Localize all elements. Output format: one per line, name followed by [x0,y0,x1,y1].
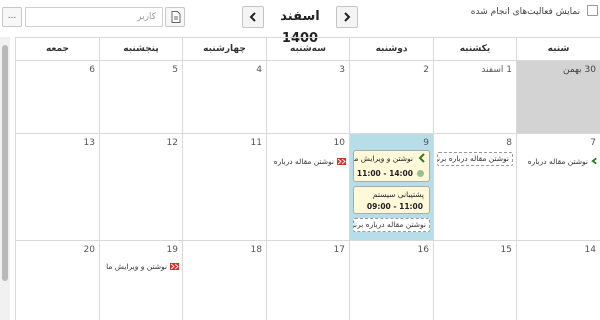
event-title: پشتیبانی سیستم [372,190,424,199]
report-button[interactable] [165,7,185,27]
day-cell[interactable]: 5 [99,61,182,133]
day-cell[interactable]: 11 [182,134,266,240]
day-cell[interactable]: 10 نوشتن مقاله درباره [266,134,349,240]
event-item[interactable]: نوشتن و ویرایش ما [106,261,179,272]
day-number: 2 [423,65,429,75]
weekday-label: شنبه [516,38,600,61]
weekday-label: یکشنبه [433,38,516,61]
event-title: نوشتن مقاله درباره [273,157,334,166]
day-number: 17 [333,245,345,255]
day-cell[interactable]: 14 [516,241,600,320]
day-cell[interactable]: 30 بهمن [516,61,600,133]
month-title: اسفند 1400 [280,9,320,46]
event-title: نوشتن و ویرایش ما [106,262,167,271]
show-done-toggle[interactable]: نمایش فعالیت‌های انجام شده [471,4,598,20]
status-dot-icon [417,170,424,177]
event-card[interactable]: نوشتن و ویرایش مقا 14:00 - 11:00 [353,150,430,182]
scroll-thumb[interactable] [2,45,8,281]
more-button[interactable]: ... [2,7,22,27]
day-number: 18 [250,245,262,255]
day-number: 14 [584,245,596,255]
previous-month-button[interactable] [336,6,358,28]
report-icon [171,11,181,23]
day-number: 30 بهمن [562,65,596,75]
day-cell[interactable]: 16 [349,241,433,320]
day-number: 7 [590,138,596,148]
day-cell[interactable]: 4 [182,61,266,133]
day-number: 8 [506,138,512,148]
day-number: 1 اسفند [481,65,512,75]
toolbar: ... اسفند 1400 نمایش فعالیت‌های انجام شد… [0,0,600,46]
week-row: 14 15 16 17 18 19 نوشتن و ویرایش ما 20 [15,241,600,320]
next-month-button[interactable] [242,6,264,28]
day-number: 20 [83,245,95,255]
day-cell[interactable]: 12 [99,134,182,240]
day-cell-today[interactable]: 9 نوشتن و ویرایش مقا 14:00 - 11:00 پشتیب… [349,134,433,240]
show-done-label: نمایش فعالیت‌های انجام شده [470,7,581,17]
day-cell[interactable]: 13 [15,134,99,240]
event-time: 11:00 - 09:00 [366,202,423,211]
chevron-left-icon [591,157,597,165]
weekday-label: دوشنبه [349,38,433,61]
chevron-left-icon [249,12,256,22]
weekday-label: جمعه [15,38,99,61]
day-number: 5 [172,65,178,75]
day-cell[interactable]: 18 [182,241,266,320]
event-item[interactable]: نوشتن مقاله درباره برنا [353,218,430,232]
event-item[interactable]: نوشتن مقاله درباره [518,156,598,167]
day-number: 15 [500,245,512,255]
weekday-label: پنجشنبه [99,38,182,61]
day-cell[interactable]: 2 [349,61,433,133]
month-calendar: شنبه یکشنبه دوشنبه سه‌شنبه چهارشنبه پنجش… [15,37,600,320]
day-cell[interactable]: 19 نوشتن و ویرایش ما [99,241,182,320]
day-number: 16 [417,245,429,255]
day-cell[interactable]: 1 اسفند [433,61,516,133]
day-cell[interactable]: 3 [266,61,349,133]
scrollbar[interactable] [0,37,10,320]
week-row: 30 بهمن 1 اسفند 2 3 4 5 6 [15,61,600,134]
day-number: 12 [166,138,178,148]
event-title: نوشتن مقاله درباره [527,157,588,166]
week-row: 7 نوشتن مقاله درباره 8 نوشتن مقاله دربار… [15,134,600,241]
day-number: 13 [83,138,95,148]
flag-icon [170,263,179,270]
chevron-right-icon [344,12,351,22]
event-item[interactable]: نوشتن مقاله درباره [274,156,346,167]
chevron-left-icon [418,153,425,163]
day-number: 4 [256,65,262,75]
day-number: 19 [166,245,178,255]
day-cell[interactable]: 6 [15,61,99,133]
day-number: 9 [423,138,429,148]
day-number: 10 [333,138,345,148]
weekday-header: شنبه یکشنبه دوشنبه سه‌شنبه چهارشنبه پنجش… [15,37,600,61]
event-card[interactable]: پشتیبانی سیستم 11:00 - 09:00 [353,186,430,214]
day-cell[interactable]: 7 نوشتن مقاله درباره [516,134,600,240]
weekday-label: سه‌شنبه [266,38,349,61]
event-item[interactable]: نوشتن مقاله درباره برنا [437,152,513,166]
day-number: 3 [339,65,345,75]
day-cell[interactable]: 20 [15,241,99,320]
day-number: 6 [89,65,95,75]
event-title: نوشتن و ویرایش مقا [353,154,413,163]
day-cell[interactable]: 17 [266,241,349,320]
day-number: 11 [250,138,262,148]
flag-icon [337,158,346,165]
user-search-input[interactable] [25,7,163,27]
day-cell[interactable]: 15 [433,241,516,320]
checkbox-icon[interactable] [587,5,598,16]
day-cell[interactable]: 8 نوشتن مقاله درباره برنا [433,134,516,240]
event-time: 14:00 - 11:00 [356,169,413,178]
weekday-label: چهارشنبه [182,38,266,61]
